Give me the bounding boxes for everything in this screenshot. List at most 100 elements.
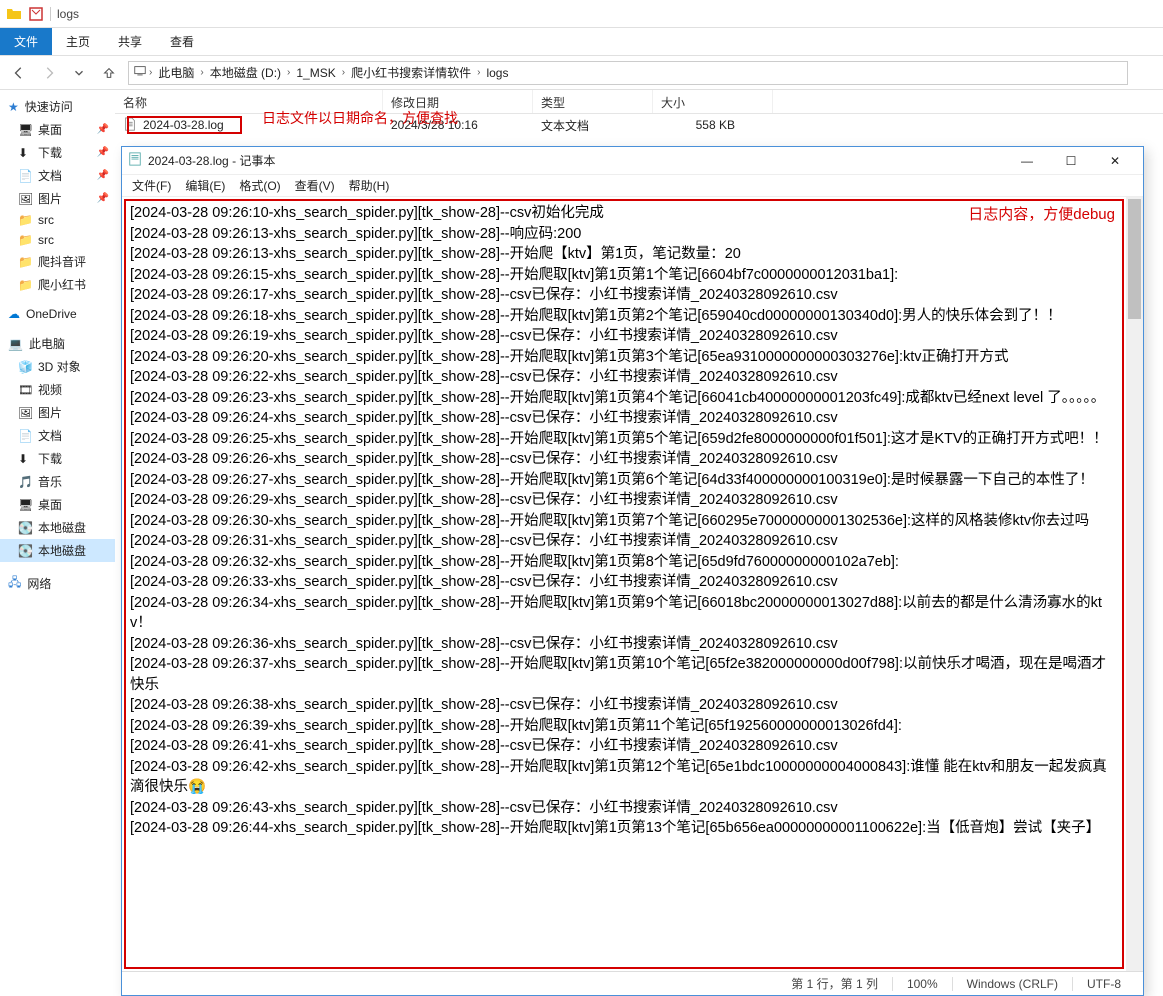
ribbon-tab-home[interactable]: 主页	[52, 28, 104, 55]
pc-icon: 💻	[8, 337, 23, 351]
sidebar-item-label: 本地磁盘	[38, 542, 86, 559]
status-eol: Windows (CRLF)	[952, 977, 1072, 991]
menu-help[interactable]: 帮助(H)	[343, 175, 396, 196]
sidebar-item[interactable]: 🎵音乐	[0, 470, 115, 493]
nav-back-button[interactable]	[8, 62, 30, 84]
sidebar-item-label: 本地磁盘	[38, 519, 86, 536]
annotation-text-1: 日志文件以日期命名，方便查找	[262, 108, 458, 128]
notepad-menu: 文件(F) 编辑(E) 格式(O) 查看(V) 帮助(H)	[122, 175, 1143, 197]
desktop-icon: 🖥	[18, 498, 32, 512]
sidebar-item-label: 文档	[38, 167, 62, 184]
breadcrumb-item[interactable]: 此电脑	[154, 64, 198, 81]
nav-forward-button[interactable]	[38, 62, 60, 84]
breadcrumb-item[interactable]: logs	[482, 66, 512, 80]
video-icon: 🎞	[18, 383, 32, 397]
folder-icon	[6, 6, 22, 22]
menu-file[interactable]: 文件(F)	[126, 175, 177, 196]
separator	[50, 7, 51, 21]
status-encoding: UTF-8	[1072, 977, 1135, 991]
sidebar-item-label: 视频	[38, 381, 62, 398]
sidebar-item[interactable]: 📁 爬抖音评	[0, 250, 115, 273]
pin-icon: 📌	[97, 170, 109, 181]
sidebar-item[interactable]: 📁 爬小红书	[0, 273, 115, 296]
file-size: 558 KB	[653, 116, 743, 134]
sidebar-item[interactable]: 🖼 图片	[0, 401, 115, 424]
sidebar-item-label: 音乐	[38, 473, 62, 490]
notepad-title: 2024-03-28.log - 记事本	[148, 152, 275, 169]
menu-format[interactable]: 格式(O)	[233, 175, 286, 196]
desktop-icon: 🖥	[18, 123, 32, 137]
minimize-button[interactable]: —	[1005, 147, 1049, 175]
pin-icon: 📌	[97, 193, 109, 204]
ribbon: 文件 主页 共享 查看	[0, 28, 1163, 56]
nav-recent-button[interactable]	[68, 62, 90, 84]
sidebar-item-label: 桌面	[38, 496, 62, 513]
3d-icon: 🧊	[18, 360, 32, 374]
pin-icon: 📌	[97, 124, 109, 135]
folder-icon: 📁	[18, 255, 32, 269]
notepad-window: 2024-03-28.log - 记事本 — ☐ ✕ 文件(F) 编辑(E) 格…	[121, 146, 1144, 996]
sidebar-quick-access[interactable]: ★快速访问	[0, 95, 115, 118]
sidebar-item-label: 爬抖音评	[38, 253, 86, 270]
notepad-titlebar[interactable]: 2024-03-28.log - 记事本 — ☐ ✕	[122, 147, 1143, 175]
ribbon-tab-file[interactable]: 文件	[0, 28, 52, 55]
scrollbar-thumb[interactable]	[1128, 199, 1141, 319]
star-icon: ★	[8, 100, 19, 114]
status-zoom: 100%	[892, 977, 952, 991]
drive-icon: 💽	[18, 521, 32, 535]
sidebar-item[interactable]: ⬇下载📌	[0, 141, 115, 164]
sidebar-item[interactable]: 🎞 视频	[0, 378, 115, 401]
breadcrumb-item[interactable]: 本地磁盘 (D:)	[206, 64, 285, 81]
breadcrumb-item[interactable]: 1_MSK	[292, 66, 339, 80]
explorer-titlebar: logs	[0, 0, 1163, 28]
sidebar-this-pc[interactable]: 💻此电脑	[0, 332, 115, 355]
status-position: 第 1 行，第 1 列	[777, 975, 892, 992]
maximize-button[interactable]: ☐	[1049, 147, 1093, 175]
annotation-text-2: 日志内容，方便debug	[968, 203, 1115, 224]
picture-icon: 🖼	[18, 406, 32, 420]
document-icon: 📄	[18, 429, 32, 443]
picture-icon: 🖼	[18, 192, 32, 206]
sidebar-item[interactable]: 🖥桌面📌	[0, 118, 115, 141]
notepad-statusbar: 第 1 行，第 1 列 100% Windows (CRLF) UTF-8	[122, 971, 1143, 995]
folder-icon: 📁	[18, 278, 32, 292]
sidebar-item[interactable]: 🧊3D 对象	[0, 355, 115, 378]
sidebar-item[interactable]: 🖼 图片 📌	[0, 187, 115, 210]
sidebar-network[interactable]: 🖧网络	[0, 570, 115, 597]
close-button[interactable]: ✕	[1093, 147, 1137, 175]
menu-view[interactable]: 查看(V)	[289, 175, 341, 196]
notepad-body: [2024-03-28 09:26:10-xhs_search_spider.p…	[122, 197, 1143, 971]
col-size-header[interactable]: 大小	[653, 90, 773, 113]
breadcrumb-item[interactable]: 爬小红书搜索详情软件	[347, 64, 475, 81]
sidebar-item-label: 下载	[38, 144, 62, 161]
menu-edit[interactable]: 编辑(E)	[179, 175, 231, 196]
network-icon: 🖧	[8, 573, 21, 594]
sidebar-item[interactable]: 🖥 桌面	[0, 493, 115, 516]
sidebar-item-label: 爬小红书	[38, 276, 86, 293]
sidebar-item[interactable]: 📄文档📌	[0, 164, 115, 187]
sidebar-item[interactable]: 📁src	[0, 210, 115, 230]
log-content[interactable]: [2024-03-28 09:26:10-xhs_search_spider.p…	[124, 199, 1124, 969]
column-headers: 名称 修改日期 类型 大小	[0, 90, 1163, 114]
ribbon-tab-view[interactable]: 查看	[156, 28, 208, 55]
sidebar-item-label: 文档	[38, 427, 62, 444]
sidebar-item[interactable]: ⬇下载	[0, 447, 115, 470]
sidebar-item-label: 图片	[38, 404, 62, 421]
window-title: logs	[57, 7, 79, 21]
nav-up-button[interactable]	[98, 62, 120, 84]
sidebar-onedrive[interactable]: ☁OneDrive	[0, 304, 115, 324]
vertical-scrollbar[interactable]	[1126, 197, 1143, 971]
sidebar-item[interactable]: 📁src	[0, 230, 115, 250]
save-icon[interactable]	[28, 6, 44, 22]
sidebar-item[interactable]: 💽 本地磁盘	[0, 516, 115, 539]
chevron-right-icon: ›	[147, 67, 154, 78]
sidebar-item-label: 图片	[38, 190, 62, 207]
col-type-header[interactable]: 类型	[533, 90, 653, 113]
chevron-right-icon: ›	[198, 67, 205, 78]
breadcrumb[interactable]: › 此电脑› 本地磁盘 (D:)› 1_MSK› 爬小红书搜索详情软件› log…	[128, 61, 1128, 85]
chevron-right-icon: ›	[285, 67, 292, 78]
ribbon-tab-share[interactable]: 共享	[104, 28, 156, 55]
cloud-icon: ☁	[8, 307, 20, 321]
sidebar-item[interactable]: 💽本地磁盘	[0, 539, 115, 562]
sidebar-item[interactable]: 📄 文档	[0, 424, 115, 447]
